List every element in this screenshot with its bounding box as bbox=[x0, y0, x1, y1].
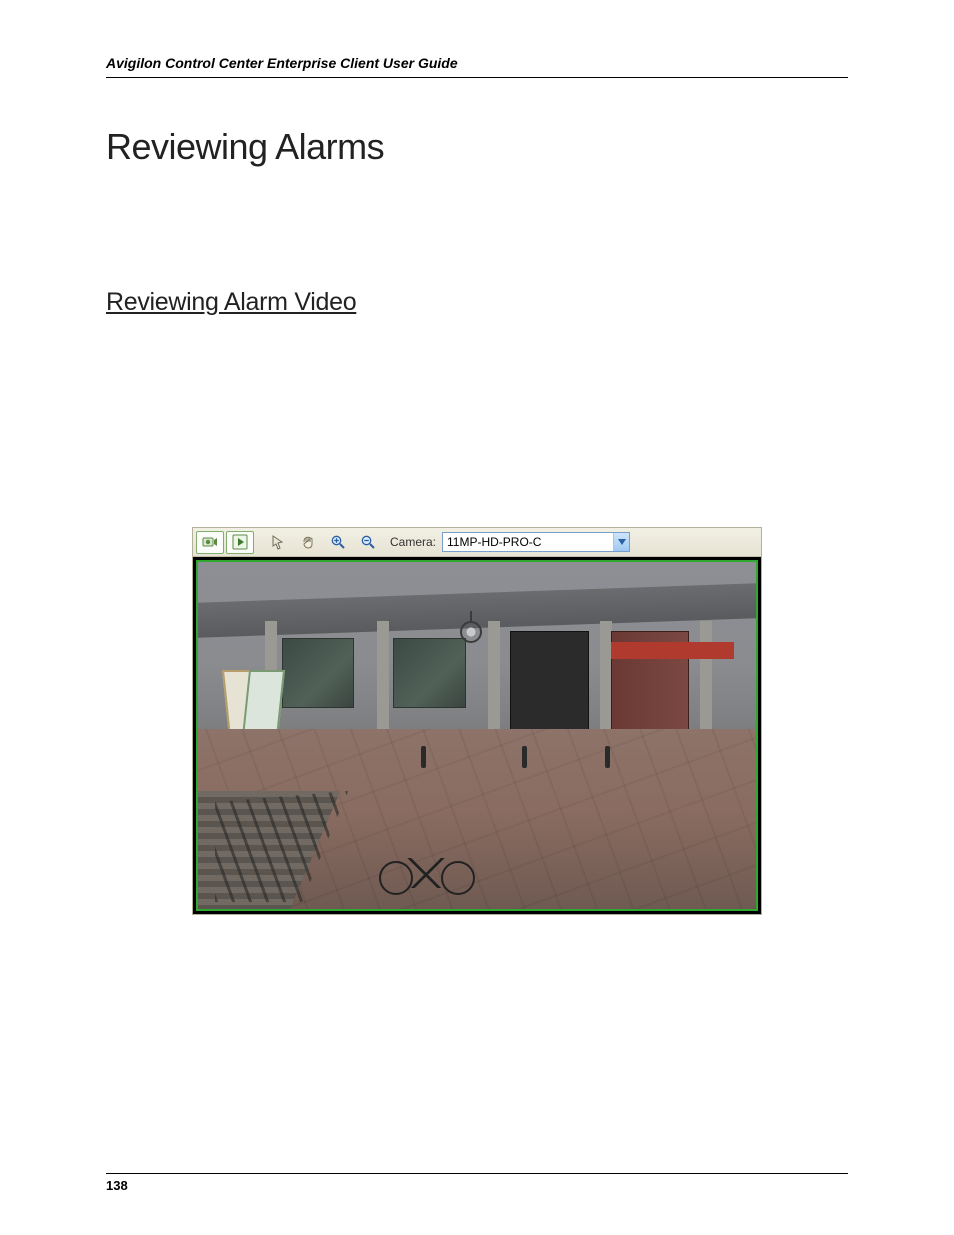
screenshot-figure: Camera: bbox=[192, 527, 762, 915]
video-pane bbox=[193, 557, 761, 914]
page-footer: 138 bbox=[106, 1173, 848, 1193]
video-frame[interactable] bbox=[196, 560, 758, 911]
hand-pan-icon[interactable] bbox=[294, 531, 322, 554]
running-header: Avigilon Control Center Enterprise Clien… bbox=[106, 55, 848, 78]
camera-select[interactable] bbox=[442, 532, 630, 552]
pointer-icon[interactable] bbox=[264, 531, 292, 554]
camera-label: Camera: bbox=[390, 535, 436, 549]
zoom-out-icon[interactable] bbox=[354, 531, 382, 554]
play-icon[interactable] bbox=[226, 531, 254, 554]
page-title: Reviewing Alarms bbox=[106, 126, 848, 168]
chevron-down-icon[interactable] bbox=[613, 533, 629, 551]
page-number: 138 bbox=[106, 1178, 128, 1193]
video-toolbar: Camera: bbox=[193, 528, 761, 557]
section-heading: Reviewing Alarm Video bbox=[106, 288, 848, 317]
camera-live-icon[interactable] bbox=[196, 531, 224, 554]
zoom-in-icon[interactable] bbox=[324, 531, 352, 554]
camera-input[interactable] bbox=[443, 533, 613, 551]
